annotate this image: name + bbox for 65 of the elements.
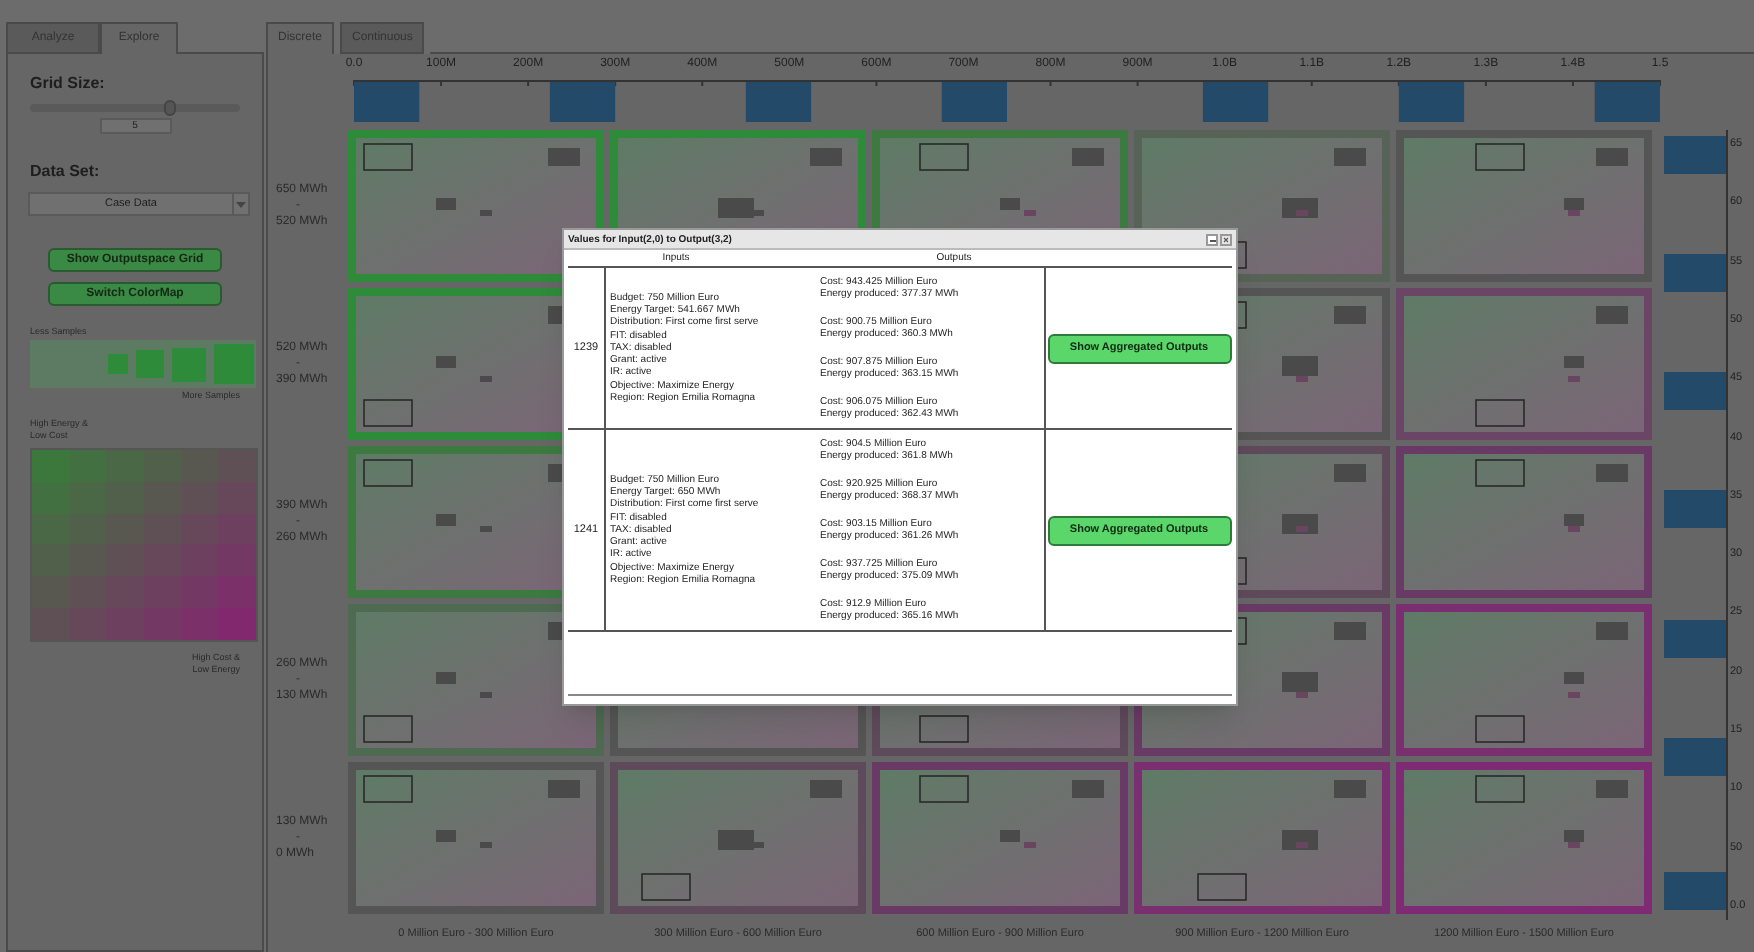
caret-icon: [236, 201, 246, 207]
sample-marker: [480, 842, 492, 848]
sample-marker: [1000, 198, 1020, 210]
outline-marker: [1475, 459, 1525, 487]
sample-marker: [810, 780, 842, 798]
sample-marker: [1596, 780, 1628, 798]
outline-marker: [1475, 399, 1525, 427]
outline-marker: [363, 399, 413, 427]
outline-marker: [919, 715, 969, 743]
sample-marker: [548, 780, 580, 798]
outline-marker: [1475, 143, 1525, 171]
sample-marker: [480, 376, 492, 382]
minimize-icon[interactable]: [1206, 233, 1218, 245]
sample-marker: [548, 148, 580, 166]
grid-cell[interactable]: [1396, 762, 1652, 914]
sample-marker: [1334, 306, 1366, 324]
sample-marker: [1334, 148, 1366, 166]
outline-marker: [363, 715, 413, 743]
sample-marker: [1596, 622, 1628, 640]
section-heading: Grid Size:: [30, 74, 107, 94]
sample-marker: [1564, 356, 1584, 368]
sample-marker: [1072, 780, 1104, 798]
sample-marker: [1334, 780, 1366, 798]
grid-cell[interactable]: [1396, 604, 1652, 756]
outline-marker: [919, 775, 969, 803]
outline-marker: [363, 459, 413, 487]
sample-marker: [480, 210, 492, 216]
grid-cell[interactable]: [1396, 446, 1652, 598]
outline-marker: [1475, 715, 1525, 743]
sample-marker: [1568, 692, 1580, 698]
sample-marker: [436, 830, 456, 842]
outline-marker: [1197, 873, 1247, 901]
sample-marker: [436, 672, 456, 684]
sample-marker: [436, 356, 456, 368]
sample-marker: [810, 148, 842, 166]
sample-marker: [1596, 306, 1628, 324]
sample-marker: [1568, 376, 1580, 382]
outline-marker: [363, 775, 413, 803]
sample-marker: [1072, 148, 1104, 166]
grid-cell[interactable]: [872, 762, 1128, 914]
grid-cell[interactable]: [348, 762, 604, 914]
grid-cell[interactable]: [610, 762, 866, 914]
outline-marker: [919, 143, 969, 171]
grid-cell[interactable]: [348, 130, 604, 282]
sample-marker: [1334, 464, 1366, 482]
sample-marker: [1596, 148, 1628, 166]
sample-marker: [436, 514, 456, 526]
outline-marker: [363, 143, 413, 171]
sample-marker: [1334, 622, 1366, 640]
sample-marker: [1596, 464, 1628, 482]
sample-marker: [480, 692, 492, 698]
close-icon[interactable]: [1220, 233, 1232, 245]
sample-marker: [436, 198, 456, 210]
grid-cell[interactable]: [1134, 762, 1390, 914]
sample-marker: [1564, 672, 1584, 684]
sample-marker: [1024, 842, 1036, 848]
slider-thumb[interactable]: [164, 100, 177, 116]
sample-marker: [1024, 210, 1036, 216]
outline-marker: [1475, 775, 1525, 803]
grid-cell[interactable]: [1396, 288, 1652, 440]
outline-marker: [641, 873, 691, 901]
grid-cell[interactable]: [1396, 130, 1652, 282]
section-heading: Data Set:: [30, 162, 102, 182]
sample-marker: [480, 526, 492, 532]
sample-marker: [1000, 830, 1020, 842]
